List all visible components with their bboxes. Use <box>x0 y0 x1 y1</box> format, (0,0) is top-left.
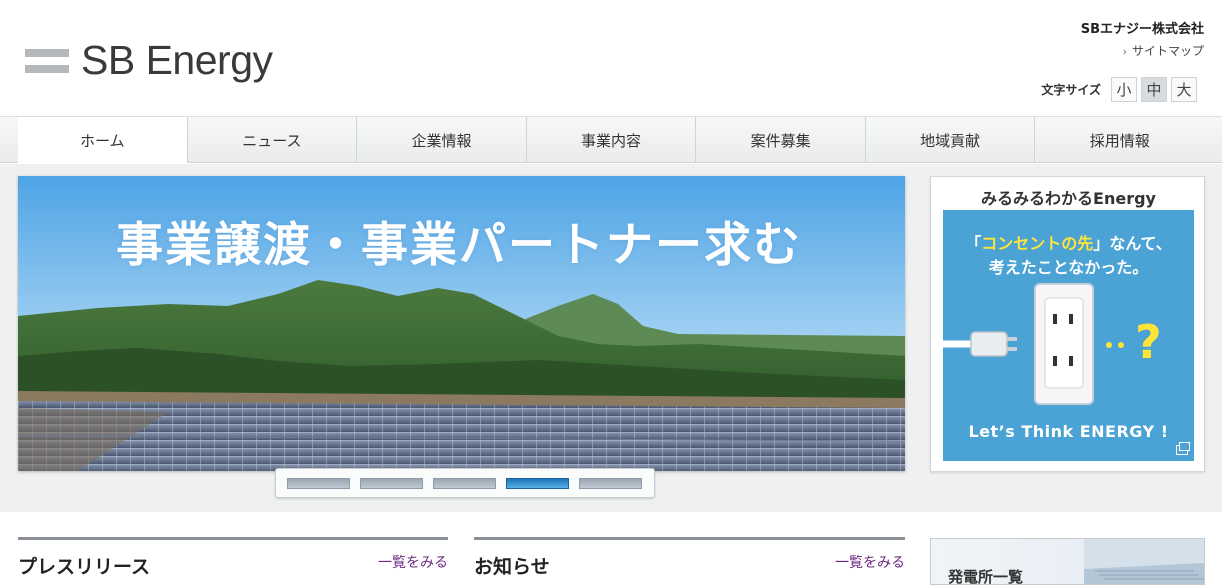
logo-text: SB Energy <box>81 37 273 83</box>
plant-image <box>1084 539 1204 584</box>
energy-banner[interactable]: 「コンセントの先」なんて、 考えたことなかった。 ? Let’s Think E… <box>943 210 1194 461</box>
font-size-selector: 文字サイズ 小 中 大 <box>1041 77 1197 102</box>
banner-line1-highlight: コンセントの先 <box>981 234 1094 253</box>
banner-footer: Let’s Think ENERGY ! <box>968 422 1169 441</box>
sitemap-link[interactable]: › サイトマップ <box>1123 42 1204 59</box>
banner-line2: 考えたことなかった。 <box>988 258 1149 277</box>
plant-list-banner[interactable]: 発電所一覧 <box>930 538 1205 585</box>
slide-dot-4[interactable] <box>506 477 569 489</box>
banner-line1-prefix: 「 <box>965 234 982 253</box>
nav-item-careers[interactable]: 採用情報 <box>1035 117 1204 163</box>
nav-item-company[interactable]: 企業情報 <box>357 117 527 163</box>
press-release-more-link[interactable]: 一覧をみる <box>378 552 448 572</box>
slide-dot-3[interactable] <box>433 477 496 489</box>
news-section: お知らせ 一覧をみる <box>474 537 905 585</box>
nav-item-community[interactable]: 地域貢献 <box>866 117 1036 163</box>
logo-mark-icon <box>25 44 69 78</box>
nav-item-projects[interactable]: 案件募集 <box>696 117 866 163</box>
nav-item-business[interactable]: 事業内容 <box>527 117 697 163</box>
news-more-link[interactable]: 一覧をみる <box>835 552 905 572</box>
banner-line1-suffix: 」なんて、 <box>1093 234 1172 253</box>
slide-dot-5[interactable] <box>579 477 642 489</box>
banner-line1: 「コンセントの先」なんて、 <box>943 230 1194 254</box>
global-nav: ホーム ニュース 企業情報 事業内容 案件募集 地域貢献 採用情報 <box>0 116 1222 163</box>
external-window-icon <box>1176 442 1190 455</box>
site-header: SB Energy SBエナジー株式会社 › サイトマップ 文字サイズ 小 中 大 <box>0 0 1222 116</box>
slide-dot-1[interactable] <box>287 477 350 489</box>
font-size-label: 文字サイズ <box>1041 83 1101 97</box>
hero-slide[interactable]: 事業譲渡・事業パートナー求む <box>18 176 905 471</box>
font-size-medium-button[interactable]: 中 <box>1141 77 1167 102</box>
press-release-section: プレスリリース 一覧をみる <box>18 537 448 585</box>
press-release-title: プレスリリース <box>18 556 151 578</box>
chevron-right-icon: › <box>1122 45 1127 58</box>
page: SB Energy SBエナジー株式会社 › サイトマップ 文字サイズ 小 中 大… <box>0 0 1222 585</box>
energy-explainer-card: みるみるわかるEnergy 「コンセントの先」なんて、 考えたことなかった。 ?… <box>930 176 1205 472</box>
svg-text:?: ? <box>1135 315 1162 369</box>
site-logo[interactable]: SB Energy <box>25 40 273 81</box>
sitemap-label: サイトマップ <box>1131 44 1204 58</box>
plant-list-title: 発電所一覧 <box>948 568 1024 585</box>
nav-item-home[interactable]: ホーム <box>18 117 188 163</box>
side-card-title: みるみるわかるEnergy <box>981 189 1156 208</box>
news-title: お知らせ <box>474 556 550 578</box>
outlet-plug-icon: ? <box>943 283 1162 405</box>
company-name[interactable]: SBエナジー株式会社 <box>1081 18 1204 37</box>
slide-dot-2[interactable] <box>360 477 423 489</box>
font-size-large-button[interactable]: 大 <box>1171 77 1197 102</box>
slide-pager <box>275 468 655 498</box>
nav-item-news[interactable]: ニュース <box>188 117 358 163</box>
font-size-small-button[interactable]: 小 <box>1111 77 1137 102</box>
hero-title: 事業譲渡・事業パートナー求む <box>116 218 802 273</box>
